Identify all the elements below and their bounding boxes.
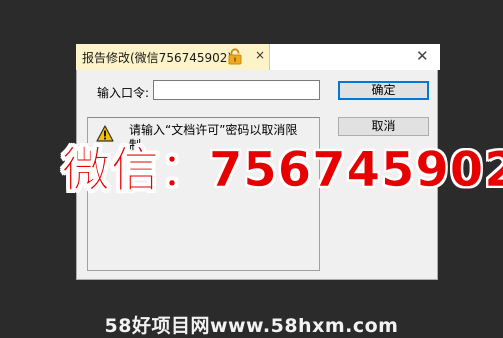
password-input[interactable]	[153, 80, 320, 100]
password-label: 输入口令:	[97, 86, 150, 100]
document-tab[interactable]: 报告修改(微信756745902) ×	[76, 44, 270, 70]
warning-icon	[96, 125, 114, 142]
lock-icon	[228, 48, 242, 65]
ok-button[interactable]: 确定	[338, 81, 429, 100]
cancel-button[interactable]: 取消	[338, 117, 429, 136]
dialog-titlebar: 报告修改(微信756745902) × ✕	[76, 44, 440, 70]
window-close-icon[interactable]: ✕	[416, 48, 429, 64]
dialog-title: 报告修改(微信756745902)	[82, 51, 233, 65]
contact-watermark: 微信：756745902	[62, 142, 503, 199]
tab-close-icon[interactable]: ×	[255, 47, 265, 63]
site-watermark: 58好项目网www.58hxm.com	[104, 315, 399, 337]
